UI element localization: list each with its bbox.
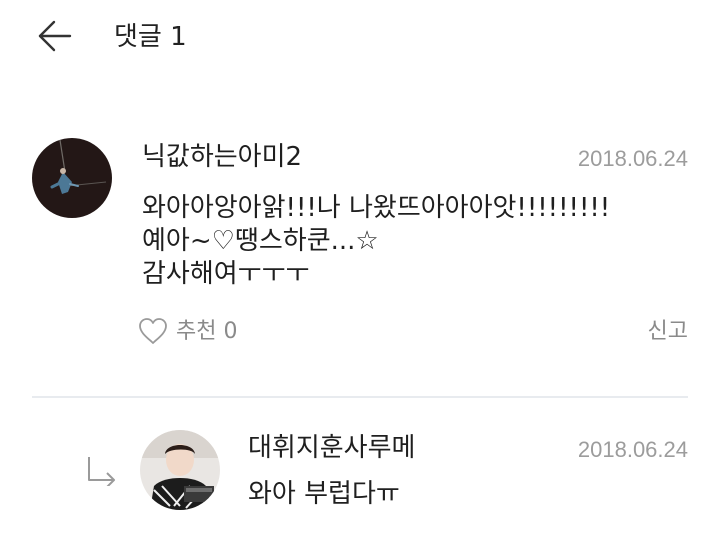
comment-username[interactable]: 닉값하는아미2 [142,140,302,174]
avatar-image [140,430,220,510]
heart-outline-icon [139,318,167,344]
reply-arrow-icon [88,457,115,486]
like-label: 추천 0 [176,316,237,348]
comment-divider [32,396,688,398]
comment-text-line-2: 예아~♡땡스하쿤...☆ [142,226,379,256]
like-count: 0 [223,319,238,344]
comment-text-line-3: 감사해여ㅜㅜㅜ [142,259,310,289]
reply-date: 2018.06.24 [577,437,688,462]
reply-username[interactable]: 대휘지훈사루메 [248,431,415,465]
report-button[interactable]: 신고 [648,316,688,348]
comment-text-line-1: 와아아앙아앍!!!나 나왔뜨아아아앗!!!!!!!!! [142,193,611,223]
avatar-image [32,138,112,218]
reply-text: 와아 부럽다ㅠ [248,479,400,509]
app-header: 댓글 1 [0,0,720,76]
back-arrow-icon [38,20,72,52]
comment-date: 2018.06.24 [577,146,688,171]
page-title: 댓글 1 [114,22,187,52]
back-button[interactable] [32,14,80,58]
avatar[interactable] [32,138,112,218]
avatar[interactable] [140,430,220,510]
like-text: 추천 [176,319,217,344]
